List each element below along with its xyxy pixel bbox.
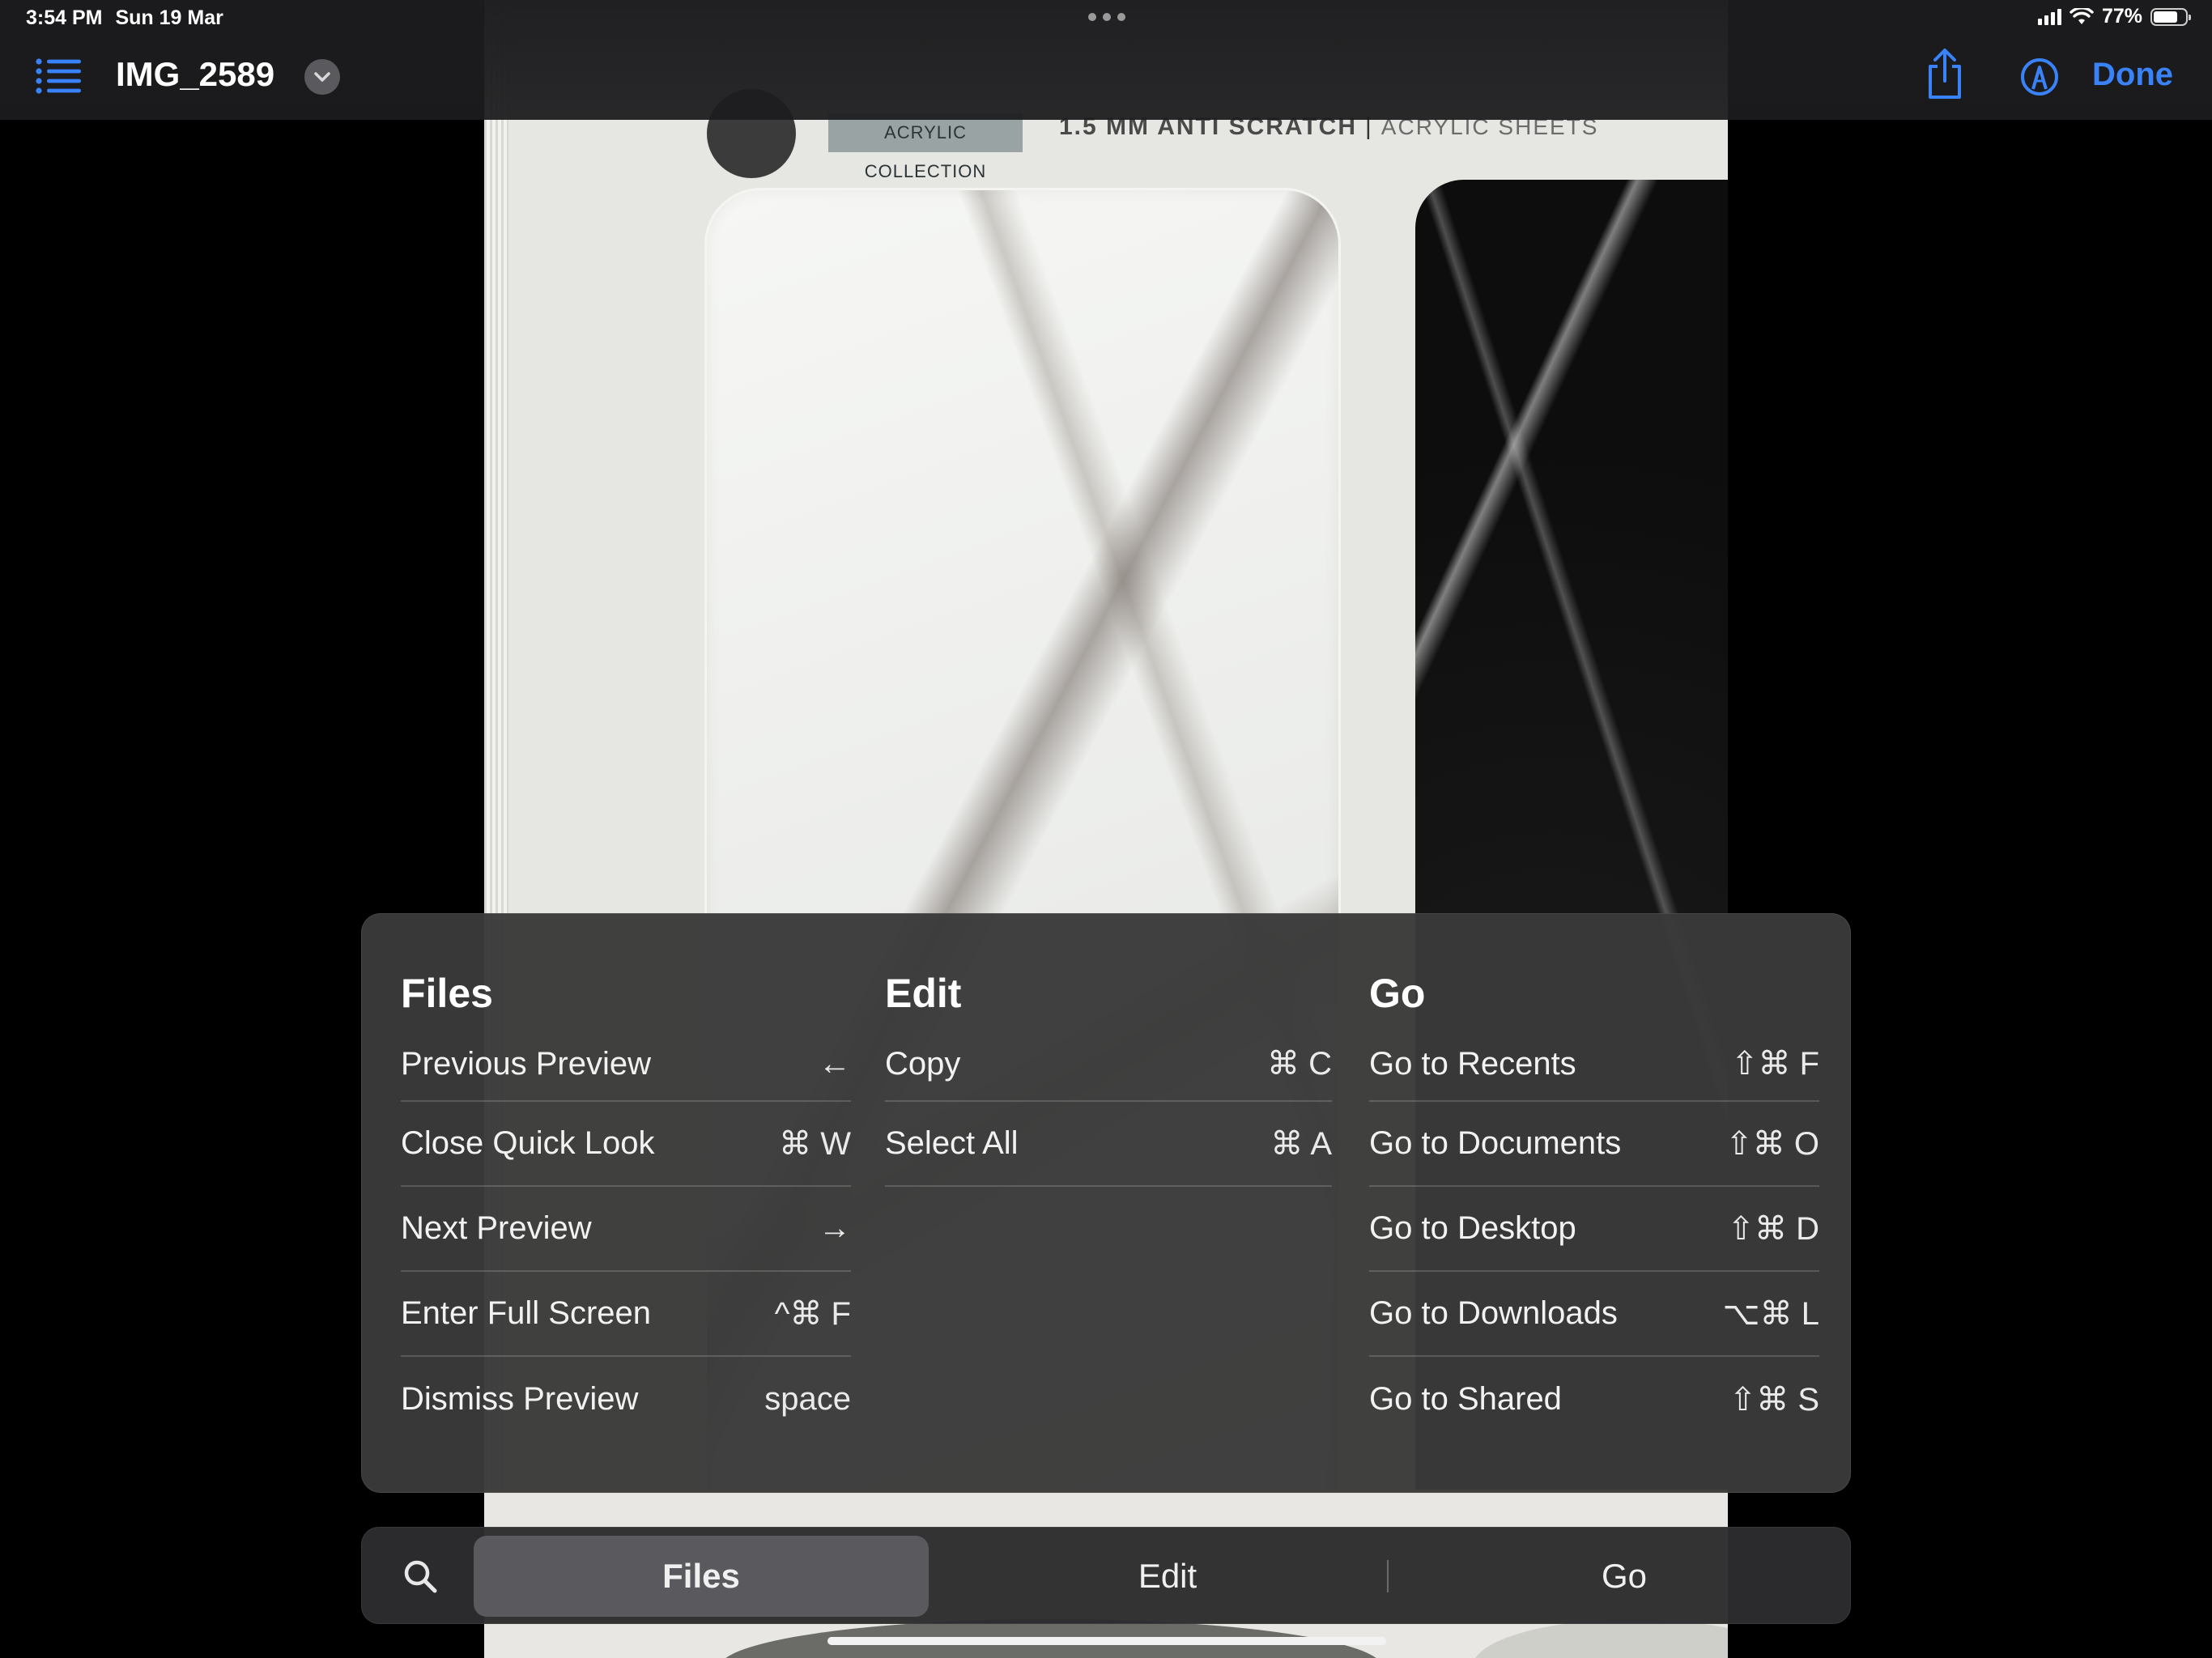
keyboard-shortcuts-panel: Files Previous Preview ← Close Quick Look… xyxy=(361,913,1851,1493)
shortcut-label: Previous Preview xyxy=(401,1045,652,1082)
shortcut-keys: ⌥⌘ L xyxy=(1722,1295,1819,1332)
shortcut-select-all[interactable]: Select All ⌘ A xyxy=(885,1102,1332,1187)
chevron-down-icon[interactable] xyxy=(304,59,340,95)
shortcut-go-to-recents[interactable]: Go to Recents ⇧⌘ F xyxy=(1369,1027,1819,1102)
shortcut-group-go: Go Go to Recents ⇧⌘ F Go to Documents ⇧⌘ O… xyxy=(1369,969,1819,1442)
shortcut-label: Next Preview xyxy=(401,1210,592,1246)
group-heading-go: Go xyxy=(1369,971,1426,1016)
shortcut-label: Go to Shared xyxy=(1369,1381,1562,1417)
tab-divider xyxy=(1387,1560,1389,1592)
shortcut-close-quick-look[interactable]: Close Quick Look ⌘ W xyxy=(401,1102,851,1187)
document-title[interactable]: IMG_2589 xyxy=(116,55,274,94)
list-icon[interactable] xyxy=(36,57,81,96)
shortcut-group-files: Files Previous Preview ← Close Quick Look… xyxy=(401,969,851,1442)
shortcut-keys: ^⌘ F xyxy=(774,1295,851,1332)
home-indicator[interactable] xyxy=(827,1637,1386,1645)
status-indicators: 77% xyxy=(2037,5,2191,28)
shortcut-go-to-downloads[interactable]: Go to Downloads ⌥⌘ L xyxy=(1369,1272,1819,1357)
shortcut-keys: → xyxy=(819,1210,851,1246)
shortcut-keys: ⌘ A xyxy=(1270,1125,1332,1162)
multitasking-dots[interactable] xyxy=(1088,13,1125,21)
share-icon[interactable] xyxy=(1924,47,1966,102)
shortcut-go-to-shared[interactable]: Go to Shared ⇧⌘ S xyxy=(1369,1357,1819,1442)
shortcut-label: Go to Recents xyxy=(1369,1045,1576,1082)
shortcut-keys: ← xyxy=(819,1045,851,1082)
status-clock: 3:54 PM Sun 19 Mar xyxy=(26,6,223,30)
shortcut-keys: ⇧⌘ S xyxy=(1729,1381,1819,1418)
markup-icon[interactable] xyxy=(2019,57,2060,97)
shortcut-label: Select All xyxy=(885,1125,1019,1161)
shortcut-previous-preview[interactable]: Previous Preview ← xyxy=(401,1027,851,1102)
shortcut-group-edit: Edit Copy ⌘ C Select All ⌘ A xyxy=(885,969,1332,1187)
battery-icon xyxy=(2150,7,2191,26)
wifi-icon xyxy=(2069,7,2094,24)
shortcut-label: Enter Full Screen xyxy=(401,1295,652,1331)
status-date: Sun 19 Mar xyxy=(115,6,223,29)
shortcut-label: Close Quick Look xyxy=(401,1125,655,1161)
search-icon[interactable] xyxy=(401,1557,440,1596)
shortcut-label: Go to Documents xyxy=(1369,1125,1622,1161)
shortcut-label: Dismiss Preview xyxy=(401,1381,639,1417)
status-time: 3:54 PM xyxy=(26,6,103,29)
done-button[interactable]: Done xyxy=(2092,57,2173,93)
shortcut-keys: ⌘ W xyxy=(779,1125,851,1162)
tab-go[interactable]: Go xyxy=(1397,1536,1852,1617)
group-heading-edit: Edit xyxy=(885,971,962,1016)
shortcut-label: Copy xyxy=(885,1045,961,1082)
shortcut-label: Go to Desktop xyxy=(1369,1210,1576,1246)
shortcut-dismiss-preview[interactable]: Dismiss Preview space xyxy=(401,1357,851,1442)
tab-edit[interactable]: Edit xyxy=(940,1536,1395,1617)
shortcut-keys: ⌘ C xyxy=(1267,1046,1332,1082)
battery-percent: 77% xyxy=(2101,5,2142,28)
shortcut-label: Go to Downloads xyxy=(1369,1295,1618,1331)
signal-icon xyxy=(2037,8,2061,25)
shortcut-go-to-documents[interactable]: Go to Documents ⇧⌘ O xyxy=(1369,1102,1819,1187)
shortcut-enter-full-screen[interactable]: Enter Full Screen ^⌘ F xyxy=(401,1272,851,1357)
shortcut-go-to-desktop[interactable]: Go to Desktop ⇧⌘ D xyxy=(1369,1187,1819,1272)
shortcut-copy[interactable]: Copy ⌘ C xyxy=(885,1027,1332,1102)
shortcut-keys: ⇧⌘ O xyxy=(1725,1125,1819,1162)
tab-files[interactable]: Files xyxy=(474,1536,929,1617)
shortcut-next-preview[interactable]: Next Preview → xyxy=(401,1187,851,1272)
shortcut-category-bar: Files Edit Go xyxy=(361,1527,1851,1624)
shortcut-keys: space xyxy=(764,1381,851,1417)
shortcut-keys: ⇧⌘ F xyxy=(1730,1046,1819,1082)
shortcut-keys: ⇧⌘ D xyxy=(1727,1210,1819,1247)
group-heading-files: Files xyxy=(401,971,493,1016)
